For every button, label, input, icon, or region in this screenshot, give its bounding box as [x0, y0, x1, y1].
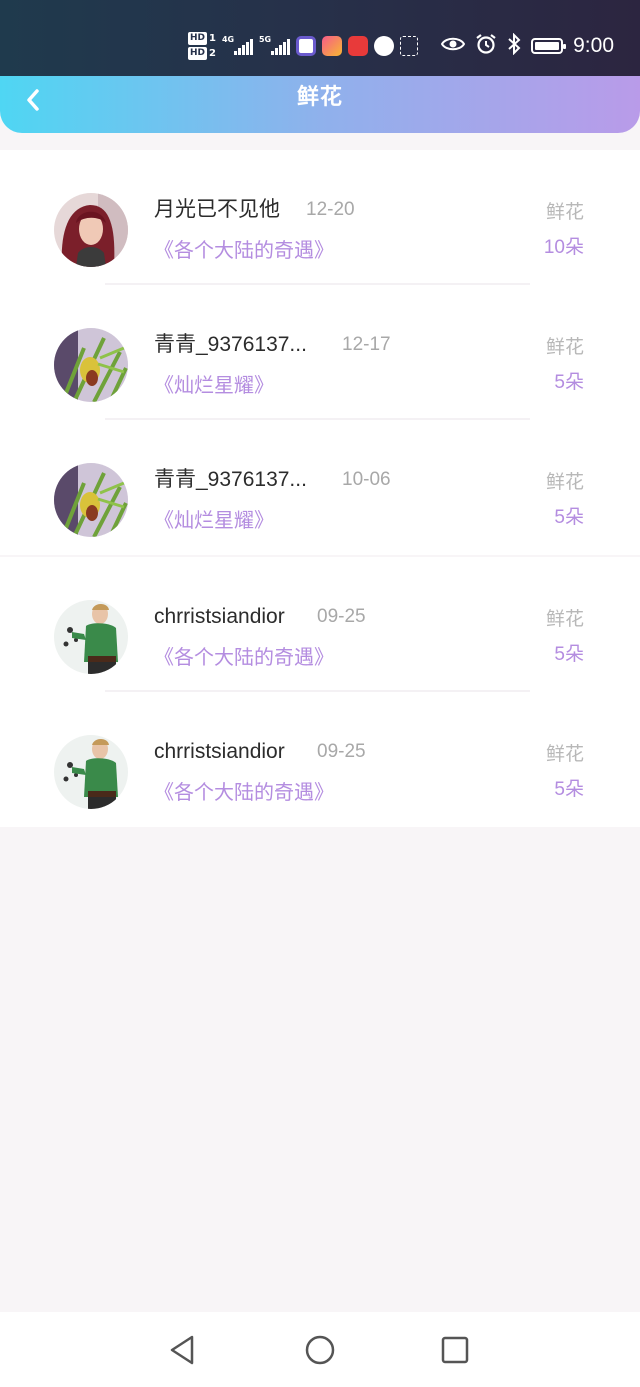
date-label: 09-25	[317, 606, 366, 627]
list-item[interactable]: chrristsiandior 09-25 《各个大陆的奇遇》 鲜花 5朵	[0, 692, 640, 827]
sim1-indicator: HD 1	[188, 32, 216, 45]
user-name: 月光已不见他	[154, 198, 280, 221]
net1-label: 4G	[221, 35, 235, 44]
avatar[interactable]	[54, 328, 128, 402]
book-link[interactable]: 《灿烂星耀》	[154, 506, 274, 534]
date-label: 10-06	[342, 469, 391, 490]
sim-indicators: HD 1 HD 2	[188, 32, 216, 60]
net2-label: 5G	[258, 35, 272, 44]
gift-count: 5朵	[554, 644, 584, 665]
avatar[interactable]	[54, 193, 128, 267]
bluetooth-icon	[507, 32, 521, 59]
sim2-label: HD	[188, 47, 208, 60]
date-label: 12-17	[342, 334, 391, 355]
app-icon	[321, 36, 342, 56]
book-link[interactable]: 《各个大陆的奇遇》	[154, 778, 334, 806]
avatar[interactable]	[54, 463, 128, 537]
app-icon	[373, 36, 394, 56]
list-item[interactable]: 月光已不见他 12-20 《各个大陆的奇遇》 鲜花 10朵	[0, 150, 640, 285]
list-group-2: chrristsiandior 09-25 《各个大陆的奇遇》 鲜花 5朵 ch…	[0, 557, 640, 827]
gift-type-label: 鲜花	[545, 608, 584, 630]
sim2-num: 2	[209, 48, 216, 59]
list-item[interactable]: 青青_9376137... 12-17 《灿烂星耀》 鲜花 5朵	[0, 285, 640, 420]
eye-icon	[440, 36, 466, 56]
app-icon	[295, 36, 316, 56]
status-right: 9:00	[440, 30, 614, 62]
gift-count: 5朵	[554, 779, 584, 800]
nav-home-button[interactable]	[300, 1332, 340, 1368]
gift-type-label: 鲜花	[545, 471, 584, 493]
user-name: 青青_9376137...	[154, 333, 307, 356]
status-left: HD 1 HD 2 4G 5G	[188, 28, 418, 64]
date-label: 09-25	[317, 741, 366, 762]
system-nav-bar	[0, 1312, 640, 1387]
alarm-icon	[475, 33, 497, 59]
circle-home-icon	[305, 1335, 335, 1365]
user-name: 青青_9376137...	[154, 468, 307, 491]
gift-type-label: 鲜花	[545, 336, 584, 358]
sim1-label: HD	[188, 32, 208, 45]
sim2-indicator: HD 2	[188, 47, 216, 60]
user-name: chrristsiandior	[154, 740, 285, 763]
huawei-app-icon	[347, 36, 368, 56]
list-group-1: 月光已不见他 12-20 《各个大陆的奇遇》 鲜花 10朵 青青_9376137…	[0, 150, 640, 555]
signal-4g-icon: 4G	[221, 35, 253, 55]
battery-icon	[531, 38, 567, 54]
user-name: chrristsiandior	[154, 605, 285, 628]
signal-5g-icon: 5G	[258, 35, 290, 55]
status-time: 9:00	[573, 34, 614, 57]
date-label: 12-20	[306, 199, 355, 220]
gift-type-label: 鲜花	[545, 743, 584, 765]
book-link[interactable]: 《灿烂星耀》	[154, 371, 274, 399]
gift-count: 10朵	[543, 237, 584, 258]
avatar[interactable]	[54, 735, 128, 809]
avatar[interactable]	[54, 600, 128, 674]
nav-recents-button[interactable]	[435, 1332, 475, 1368]
list-item[interactable]: chrristsiandior 09-25 《各个大陆的奇遇》 鲜花 5朵	[0, 557, 640, 692]
gift-count: 5朵	[554, 372, 584, 393]
nav-back-button[interactable]	[162, 1332, 202, 1368]
book-link[interactable]: 《各个大陆的奇遇》	[154, 236, 334, 264]
triangle-back-icon	[170, 1335, 194, 1365]
gift-type-label: 鲜花	[545, 201, 584, 223]
square-recents-icon	[441, 1336, 469, 1364]
app-icon	[399, 36, 418, 56]
flower-record-list: 月光已不见他 12-20 《各个大陆的奇遇》 鲜花 10朵 青青_9376137…	[0, 150, 640, 827]
list-item[interactable]: 青青_9376137... 10-06 《灿烂星耀》 鲜花 5朵	[0, 420, 640, 555]
gift-count: 5朵	[554, 507, 584, 528]
book-link[interactable]: 《各个大陆的奇遇》	[154, 643, 334, 671]
sim1-num: 1	[209, 33, 216, 44]
page-title: 鲜花	[296, 85, 343, 110]
app-header: 鲜花	[0, 76, 640, 133]
